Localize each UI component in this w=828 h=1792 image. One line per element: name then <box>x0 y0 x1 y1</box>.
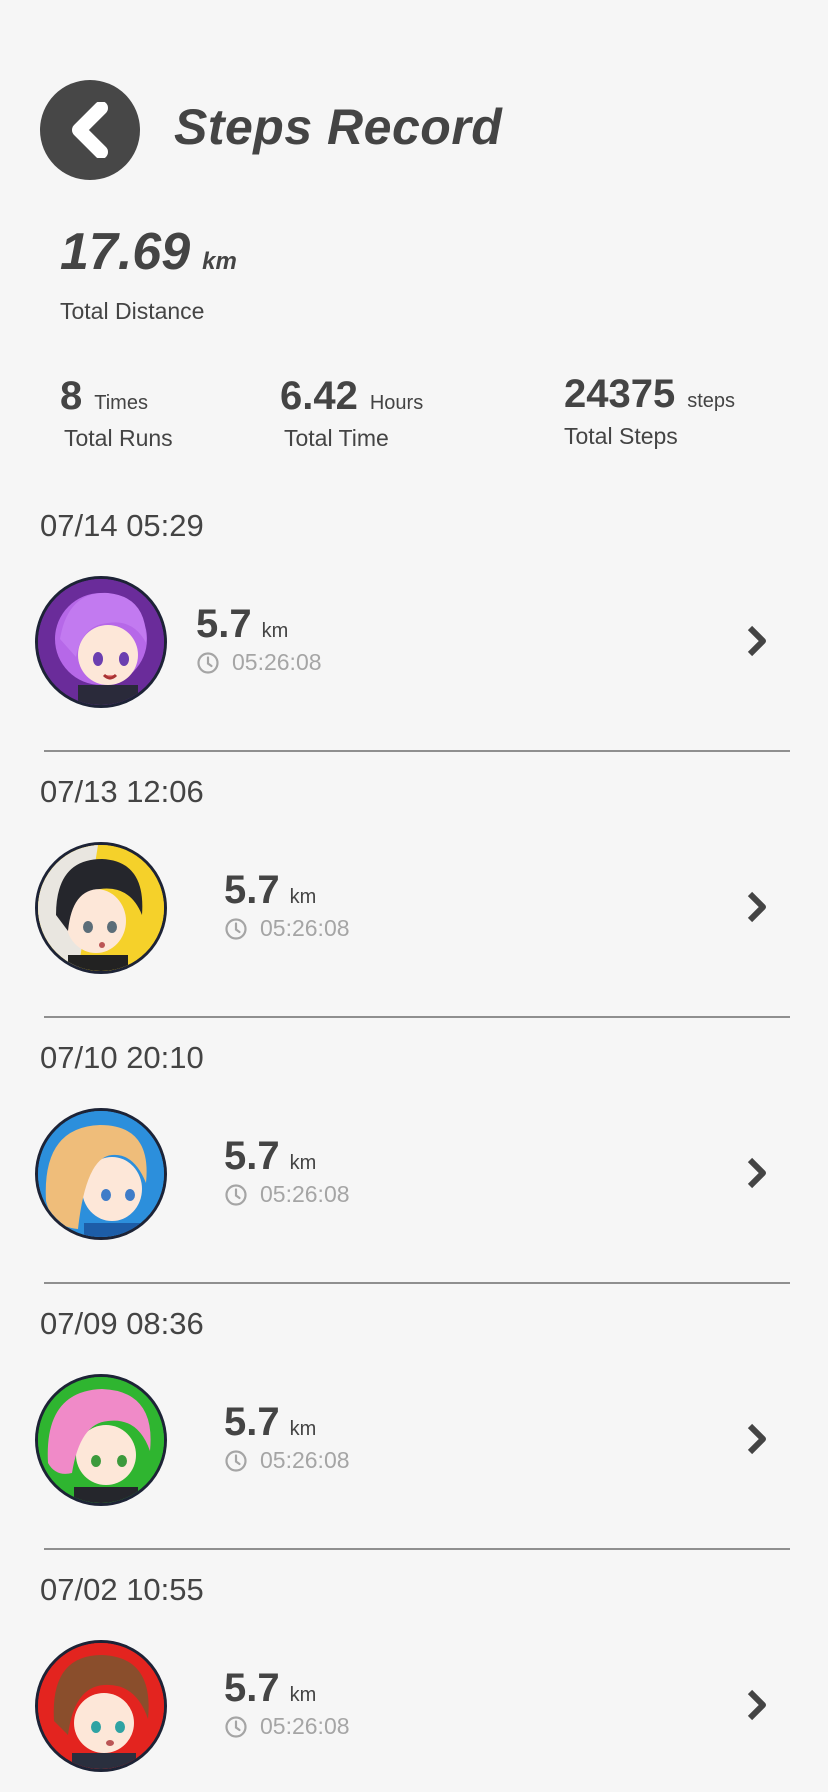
steps-record-screen: Steps Record 17.69 km Total Distance 8 T… <box>0 0 828 1792</box>
run-distance: 5.7 <box>224 1400 280 1444</box>
run-list-item[interactable]: 07/02 10:55 5.7 km 05:26:08 <box>0 1550 828 1792</box>
run-distance-unit: km <box>289 1152 317 1174</box>
total-steps-unit: steps <box>687 390 736 412</box>
back-button[interactable] <box>40 80 140 180</box>
black-hair-character-avatar-icon <box>38 845 164 971</box>
run-info: 5.7 km 05:26:08 <box>224 1134 350 1208</box>
run-duration: 05:26:08 <box>260 1181 350 1207</box>
run-date: 07/14 05:29 <box>40 508 204 543</box>
run-list-item[interactable]: 07/13 12:06 5.7 km 05:26:08 <box>0 752 828 1018</box>
run-info: 5.7 km 05:26:08 <box>196 602 322 676</box>
clock-icon <box>197 651 219 674</box>
run-date: 07/02 10:55 <box>40 1572 204 1607</box>
run-duration: 05:26:08 <box>260 915 350 941</box>
run-date: 07/10 20:10 <box>40 1040 204 1075</box>
run-info: 5.7 km 05:26:08 <box>224 868 350 942</box>
run-duration: 05:26:08 <box>232 649 322 675</box>
run-list-item[interactable]: 07/10 20:10 5.7 km 05:26:08 <box>0 1018 828 1284</box>
purple-hair-character-avatar-icon <box>38 579 164 705</box>
total-distance-label: Total Distance <box>60 298 205 324</box>
clock-icon <box>225 917 247 940</box>
total-time-label: Total Time <box>284 425 389 451</box>
total-distance-unit: km <box>202 248 237 275</box>
total-runs-label: Total Runs <box>64 425 173 451</box>
run-duration: 05:26:08 <box>260 1447 350 1473</box>
avatar <box>35 1640 167 1772</box>
run-distance-unit: km <box>261 620 289 642</box>
total-steps-label: Total Steps <box>564 423 678 449</box>
brown-hair-character-avatar-icon <box>38 1643 164 1769</box>
run-list-item[interactable]: 07/14 05:29 5.7 km 05:26:08 <box>0 486 828 752</box>
run-distance-unit: km <box>289 1418 317 1440</box>
run-list-item[interactable]: 07/09 08:36 5.7 km 05:26:08 <box>0 1284 828 1550</box>
run-distance-unit: km <box>289 886 317 908</box>
total-runs-unit: Times <box>94 392 148 414</box>
chevron-right-icon[interactable] <box>744 1688 770 1722</box>
run-distance: 5.7 <box>224 868 280 912</box>
run-duration: 05:26:08 <box>260 1713 350 1739</box>
page-title: Steps Record <box>174 99 503 155</box>
run-distance: 5.7 <box>224 1134 280 1178</box>
clock-icon <box>225 1449 247 1472</box>
total-time-value: 6.42 <box>280 374 358 418</box>
avatar <box>35 1374 167 1506</box>
clock-icon <box>225 1715 247 1738</box>
stat-total-time: 6.42 Hours Total Time <box>280 374 423 452</box>
chevron-left-icon <box>72 102 108 158</box>
total-runs-value: 8 <box>60 374 83 418</box>
stat-total-steps: 24375 steps Total Steps <box>564 372 735 450</box>
chevron-right-icon[interactable] <box>744 1422 770 1456</box>
chevron-right-icon[interactable] <box>744 1156 770 1190</box>
run-info: 5.7 km 05:26:08 <box>224 1400 350 1474</box>
total-time-unit: Hours <box>369 392 424 414</box>
chevron-right-icon[interactable] <box>744 624 770 658</box>
total-steps-value: 24375 <box>564 372 676 416</box>
total-distance-value: 17.69 km <box>60 222 237 282</box>
run-date: 07/09 08:36 <box>40 1306 204 1341</box>
chevron-right-icon[interactable] <box>744 890 770 924</box>
total-distance-number: 17.69 <box>60 223 191 281</box>
run-date: 07/13 12:06 <box>40 774 204 809</box>
run-distance: 5.7 <box>196 602 252 646</box>
run-info: 5.7 km 05:26:08 <box>224 1666 350 1740</box>
blonde-hair-character-avatar-icon <box>38 1111 164 1237</box>
run-distance: 5.7 <box>224 1666 280 1710</box>
avatar <box>35 842 167 974</box>
stat-total-runs: 8 Times Total Runs <box>60 374 173 452</box>
run-distance-unit: km <box>289 1684 317 1706</box>
avatar <box>35 576 167 708</box>
pink-hair-character-avatar-icon <box>38 1377 164 1503</box>
avatar <box>35 1108 167 1240</box>
clock-icon <box>225 1183 247 1206</box>
